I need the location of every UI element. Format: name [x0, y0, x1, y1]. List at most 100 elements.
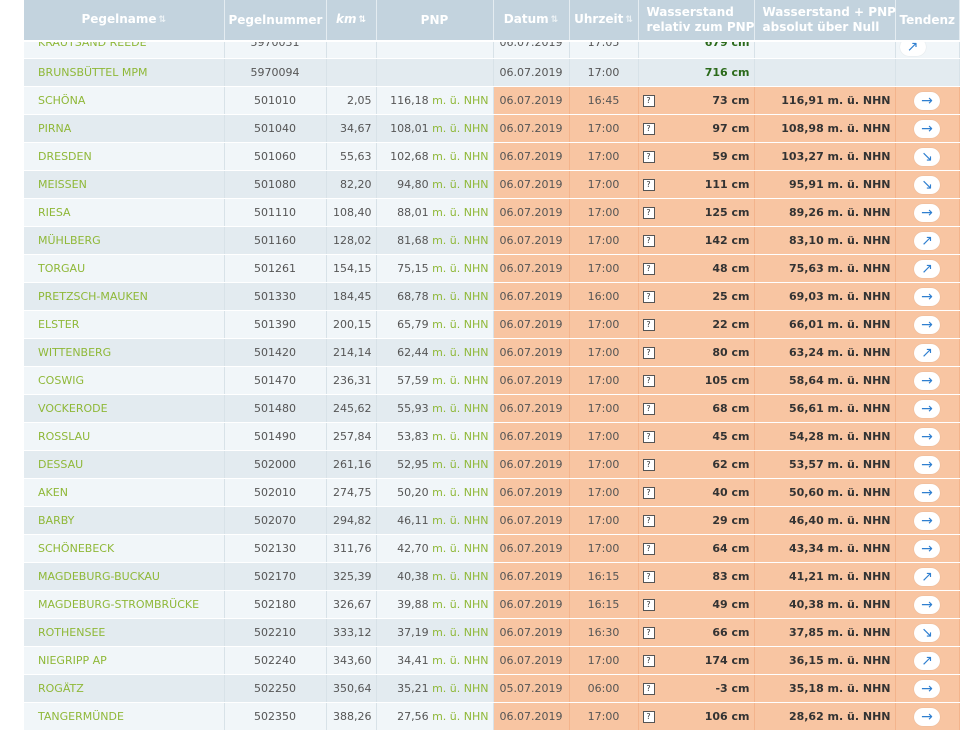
water-level-absolute-value: 83,10 m. ü. NHN — [788, 234, 891, 247]
help-icon[interactable]: ? — [642, 207, 655, 219]
sort-icon[interactable]: ⇅ — [159, 13, 167, 28]
gauge-name-link[interactable]: ROSSLAU — [24, 422, 225, 451]
help-icon[interactable]: ? — [642, 487, 655, 499]
gauge-name[interactable]: SCHÖNA — [38, 94, 85, 107]
gauge-name-link[interactable]: TORGAU — [24, 254, 225, 283]
pnp-unit: m. ü. NHN — [432, 346, 489, 359]
gauge-name-link[interactable]: DRESDEN — [24, 142, 225, 171]
help-icon[interactable]: ? — [642, 571, 655, 583]
gauge-name-link[interactable]: AKEN — [24, 478, 225, 507]
col-header-pegelname[interactable]: Pegelname ⇅ — [24, 0, 225, 42]
gauge-name-link[interactable]: KRAUTSAND REEDE — [24, 41, 225, 59]
help-icon[interactable]: ? — [642, 347, 655, 359]
gauge-number-value: 501330 — [254, 290, 296, 303]
gauge-name-link[interactable]: DESSAU — [24, 450, 225, 479]
gauge-name[interactable]: RIESA — [38, 206, 71, 219]
gauge-table-container: Pegelname ⇅ Pegelnummer km ⇅ PNP Datum ⇅ Uh… — [24, 0, 960, 744]
pnp-value: 42,70 m. ü. NHN — [376, 534, 494, 563]
gauge-name[interactable]: PIRNA — [38, 122, 71, 135]
gauge-name-link[interactable]: NIEGRIPP AP — [24, 646, 225, 675]
gauge-name[interactable]: BARBY — [38, 514, 74, 527]
measurement-date-value: 06.07.2019 — [499, 262, 563, 275]
gauge-name[interactable]: PRETZSCH-MAUKEN — [38, 290, 148, 303]
measurement-time-value: 17:00 — [587, 542, 620, 555]
help-icon[interactable]: ? — [642, 515, 655, 527]
gauge-name[interactable]: KRAUTSAND REEDE — [38, 41, 220, 48]
help-icon[interactable]: ? — [642, 599, 655, 611]
help-icon[interactable]: ? — [642, 655, 655, 667]
col-header-datum[interactable]: Datum ⇅ — [493, 0, 570, 42]
water-level-absolute — [754, 41, 896, 59]
pnp-number: 46,11 — [397, 514, 429, 527]
gauge-name-link[interactable]: BRUNSBÜTTEL MPM — [24, 58, 225, 87]
gauge-name-link[interactable]: COSWIG — [24, 366, 225, 395]
help-icon[interactable]: ? — [642, 95, 655, 107]
pnp-value-wrap: 50,20 m. ü. NHN — [397, 486, 488, 499]
gauge-name-link[interactable]: ROTHENSEE — [24, 618, 225, 647]
sort-icon[interactable]: ⇅ — [551, 13, 559, 28]
pnp-value-wrap: 94,80 m. ü. NHN — [397, 178, 488, 191]
help-icon[interactable]: ? — [642, 431, 655, 443]
help-icon[interactable]: ? — [642, 543, 655, 555]
gauge-name[interactable]: ELSTER — [38, 318, 79, 331]
gauge-name[interactable]: AKEN — [38, 486, 68, 499]
gauge-name[interactable]: ROSSLAU — [38, 430, 90, 443]
water-level-relative-value: 679 cm — [704, 41, 750, 49]
sort-icon[interactable]: ⇅ — [625, 13, 633, 28]
help-icon[interactable]: ? — [642, 179, 655, 191]
gauge-name-link[interactable]: MAGDEBURG-STROMBRÜCKE — [24, 590, 225, 619]
col-header-km[interactable]: km ⇅ — [326, 0, 377, 42]
water-level-absolute-value: 37,85 m. ü. NHN — [788, 626, 891, 639]
gauge-name[interactable]: ROGÄTZ — [38, 682, 84, 695]
water-level-relative-wrap: ? 49 cm — [642, 598, 750, 611]
help-icon[interactable]: ? — [642, 263, 655, 275]
help-icon[interactable]: ? — [642, 375, 655, 387]
gauge-name[interactable]: SCHÖNEBECK — [38, 542, 114, 555]
help-icon[interactable]: ? — [642, 459, 655, 471]
gauge-name[interactable]: TANGERMÜNDE — [38, 710, 124, 723]
gauge-name-link[interactable]: BARBY — [24, 506, 225, 535]
pnp-value — [376, 58, 494, 87]
gauge-name[interactable]: VOCKERODE — [38, 402, 108, 415]
help-icon[interactable]: ? — [642, 403, 655, 415]
gauge-name[interactable]: MEISSEN — [38, 178, 87, 191]
help-icon[interactable]: ? — [642, 151, 655, 163]
gauge-name[interactable]: DESSAU — [38, 458, 83, 471]
table-row: SCHÖNA 501010 2,05 116,18 m. ü. NHN 06.07.20… — [24, 86, 960, 115]
gauge-name-link[interactable]: SCHÖNA — [24, 86, 225, 115]
gauge-name[interactable]: DRESDEN — [38, 150, 92, 163]
sort-ascending-icon[interactable]: ⇅ — [358, 13, 366, 28]
gauge-name-link[interactable]: ELSTER — [24, 310, 225, 339]
col-header-uhrzeit[interactable]: Uhrzeit ⇅ — [569, 0, 639, 42]
help-icon[interactable]: ? — [642, 627, 655, 639]
gauge-name[interactable]: NIEGRIPP AP — [38, 654, 107, 667]
gauge-name-link[interactable]: MEISSEN — [24, 170, 225, 199]
col-header-pegelnummer-label: Pegelnummer — [228, 12, 323, 27]
help-icon[interactable]: ? — [642, 683, 655, 695]
pnp-value — [376, 41, 494, 59]
gauge-name[interactable]: ROTHENSEE — [38, 626, 105, 639]
help-icon[interactable]: ? — [642, 123, 655, 135]
gauge-name[interactable]: COSWIG — [38, 374, 84, 387]
water-level-absolute-value: 35,18 m. ü. NHN — [788, 682, 891, 695]
gauge-name-link[interactable]: PIRNA — [24, 114, 225, 143]
gauge-name[interactable]: BRUNSBÜTTEL MPM — [38, 66, 147, 79]
gauge-name-link[interactable]: PRETZSCH-MAUKEN — [24, 282, 225, 311]
gauge-name-link[interactable]: MÜHLBERG — [24, 226, 225, 255]
gauge-name[interactable]: TORGAU — [38, 262, 85, 275]
gauge-name[interactable]: MAGDEBURG-STROMBRÜCKE — [38, 598, 199, 611]
gauge-name-link[interactable]: SCHÖNEBECK — [24, 534, 225, 563]
gauge-name[interactable]: MÜHLBERG — [38, 234, 101, 247]
gauge-name[interactable]: WITTENBERG — [38, 346, 111, 359]
help-icon[interactable]: ? — [642, 319, 655, 331]
help-icon[interactable]: ? — [642, 235, 655, 247]
gauge-name-link[interactable]: TANGERMÜNDE — [24, 702, 225, 731]
gauge-name-link[interactable]: ROGÄTZ — [24, 674, 225, 703]
help-icon[interactable]: ? — [642, 711, 655, 723]
gauge-name-link[interactable]: MAGDEBURG-BUCKAU — [24, 562, 225, 591]
gauge-name-link[interactable]: VOCKERODE — [24, 394, 225, 423]
gauge-name[interactable]: MAGDEBURG-BUCKAU — [38, 570, 160, 583]
help-icon[interactable]: ? — [642, 291, 655, 303]
gauge-name-link[interactable]: WITTENBERG — [24, 338, 225, 367]
gauge-name-link[interactable]: RIESA — [24, 198, 225, 227]
